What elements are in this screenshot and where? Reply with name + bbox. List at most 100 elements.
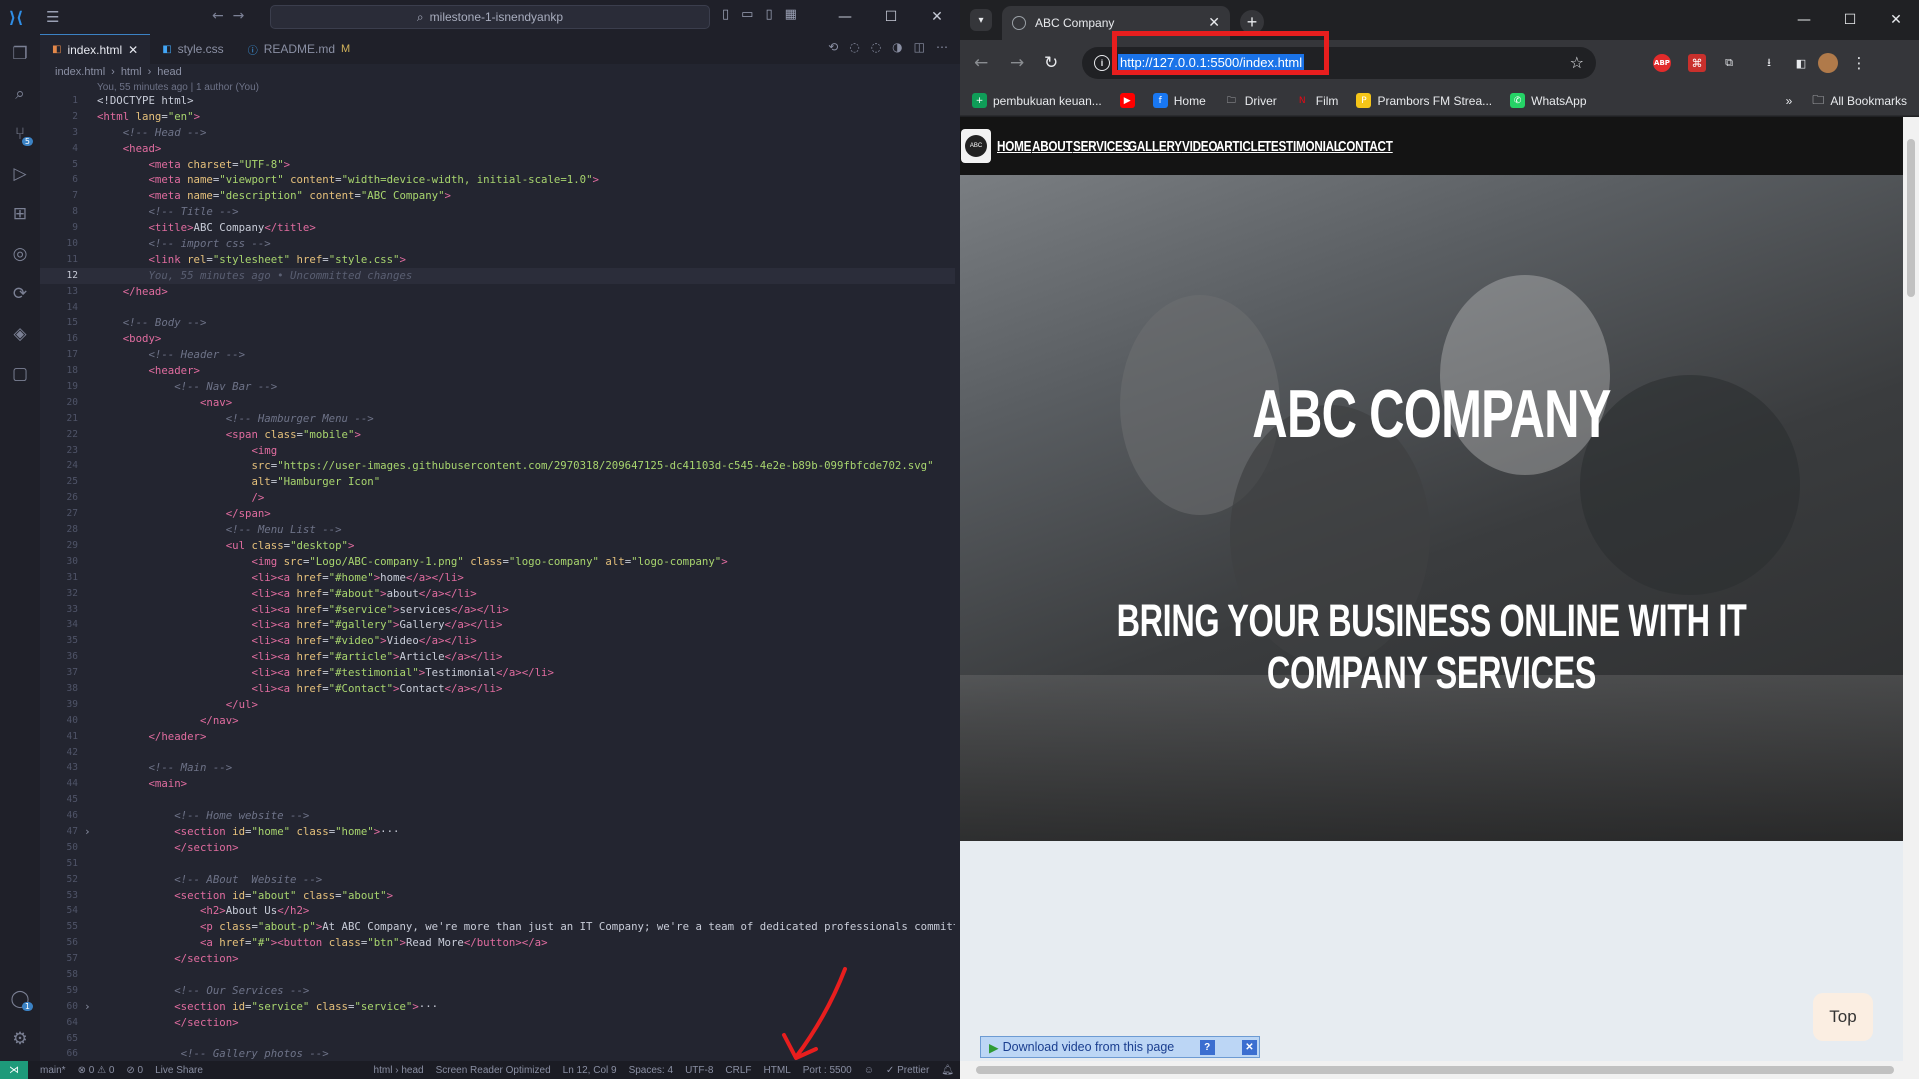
fold-chevron-icon[interactable]: › [84,824,91,840]
code-line[interactable]: 16 <body> [40,331,955,347]
code-line[interactable]: 32 <li><a href="#about">about</a></li> [40,586,955,602]
status-liveshare[interactable]: Live Share [155,1065,203,1076]
code-line[interactable]: 40 </nav> [40,713,955,729]
remote-indicator-icon[interactable]: ⋊ [0,1061,28,1079]
code-line[interactable]: 53 <section id="about" class="about"> [40,888,955,904]
code-line[interactable]: 52 <!-- ABout Website --> [40,872,955,888]
code-line[interactable]: 2 <html lang="en"> [40,109,955,125]
nav-link-about[interactable]: ABOUT [1032,138,1073,155]
extensions-icon[interactable]: ⊞ [0,194,40,234]
toggle-panel-icon[interactable]: ▭ [741,7,753,22]
status-spaces[interactable]: Spaces: 4 [629,1065,673,1076]
code-line[interactable]: 33 <li><a href="#service">services</a></… [40,602,955,618]
code-line[interactable]: 13 </head> [40,284,955,300]
nav-link-gallery[interactable]: GALLERY [1128,138,1182,155]
minimize-button[interactable]: — [822,0,868,34]
history-icon[interactable]: ⟲ [828,40,838,54]
company-logo[interactable]: ABC [961,129,991,163]
scroll-thumb[interactable] [976,1066,1894,1074]
code-line[interactable]: 42 [40,745,955,761]
download-icon[interactable]: ⭳ [1760,52,1778,74]
nav-link-video[interactable]: VIDEO [1182,138,1217,155]
code-line[interactable]: 10 <!-- import css --> [40,236,955,252]
status-eol[interactable]: CRLF [725,1065,751,1076]
breadcrumb-item[interactable]: html [121,66,142,78]
code-line[interactable]: 46 <!-- Home website --> [40,808,955,824]
gitlens-icon[interactable]: ◈ [0,314,40,354]
more-bookmarks-icon[interactable]: » [1786,94,1793,108]
code-line[interactable]: 47 › <section id="home" class="home">··· [40,824,955,840]
code-line[interactable]: 12 You, 55 minutes ago • Uncommitted cha… [40,267,955,284]
code-line[interactable]: 26 /> [40,490,955,506]
close-button[interactable]: ✕ [1873,0,1919,40]
status-scope[interactable]: html › head [374,1065,424,1076]
code-line[interactable]: 35 <li><a href="#video">Video</a></li> [40,633,955,649]
maximize-button[interactable]: ☐ [868,0,914,34]
code-line[interactable]: 24 src="https://user-images.githubuserco… [40,458,955,474]
forward-icon[interactable]: → [1010,53,1024,73]
code-editor[interactable]: 1 <!DOCTYPE html> 2 <html lang="en"> 3 <!-- … [40,93,955,1061]
code-line[interactable]: 44 <main> [40,776,955,792]
split-editor-icon[interactable]: ◫ [914,40,925,54]
code-line[interactable]: 17 <!-- Header --> [40,347,955,363]
code-line[interactable]: 22 <span class="mobile"> [40,427,955,443]
tab-readme-md[interactable]: ⓘ README.md M [236,34,363,64]
bookmark-item[interactable]: P Prambors FM Strea... [1356,93,1492,108]
code-line[interactable]: 45 [40,792,955,808]
code-line[interactable]: 11 <link rel="stylesheet" href="style.cs… [40,252,955,268]
code-line[interactable]: 31 <li><a href="#home">home</a></li> [40,570,955,586]
code-line[interactable]: 41 </header> [40,729,955,745]
search-icon[interactable]: ⌕ [0,74,40,114]
tab-style-css[interactable]: ◧ style.css [150,34,235,64]
code-line[interactable]: 37 <li><a href="#testimonial">Testimonia… [40,665,955,681]
help-icon[interactable]: ? [1199,1039,1215,1055]
code-line[interactable]: 29 <ul class="desktop"> [40,538,955,554]
code-line[interactable]: 14 [40,300,955,316]
explorer-icon[interactable]: ❐ [0,34,40,74]
code-line[interactable]: 55 <p class="about-p">At ABC Company, we… [40,919,955,935]
run-debug-icon[interactable]: ▷ [0,154,40,194]
close-tab-icon[interactable]: ✕ [1208,15,1220,31]
status-screenreader[interactable]: Screen Reader Optimized [436,1065,551,1076]
code-line[interactable]: 43 <!-- Main --> [40,760,955,776]
status-branch[interactable]: main* [40,1065,66,1076]
close-icon[interactable]: ✕ [128,43,138,57]
code-line[interactable]: 38 <li><a href="#Contact">Contact</a></l… [40,681,955,697]
account-icon[interactable]: ◯ 1 [0,979,40,1019]
code-line[interactable]: 39 </ul> [40,697,955,713]
side-panel-icon[interactable]: ◧ [1792,52,1810,74]
status-position[interactable]: Ln 12, Col 9 [563,1065,617,1076]
code-line[interactable]: 34 <li><a href="#gallery">Gallery</a></l… [40,617,955,633]
nav-link-article[interactable]: ARTICLE [1216,138,1265,155]
status-prettier[interactable]: ✓ Prettier [886,1065,929,1076]
next-change-icon[interactable]: ◌ [871,40,881,54]
nav-arrows[interactable]: ← → [212,8,244,24]
nav-link-contact[interactable]: CONTACT [1338,138,1393,155]
notifications-bell-icon[interactable]: 🔔︎ [941,1065,954,1076]
code-line[interactable]: 30 <img src="Logo/ABC-company-1.png" cla… [40,554,955,570]
layout-controls[interactable]: ▯ ▭ ▯ ▦ [722,7,797,22]
bookmark-item[interactable]: 🗀 Driver [1224,93,1277,108]
code-line[interactable]: 51 [40,856,955,872]
adblock-icon[interactable]: ABP [1653,54,1671,72]
bookmark-item[interactable]: ▶ [1119,93,1135,108]
fold-chevron-icon[interactable]: › [84,999,91,1015]
scroll-thumb[interactable] [1907,139,1915,297]
code-line[interactable]: 6 <meta name="viewport" content="width=d… [40,172,955,188]
code-line[interactable]: 27 </span> [40,506,955,522]
tab-search-icon[interactable]: ▾ [970,9,992,31]
customize-layout-icon[interactable]: ▦ [785,7,797,22]
bookmark-item[interactable]: ✆ WhatsApp [1510,93,1587,108]
nav-link-home[interactable]: HOME [997,138,1031,155]
toggle-sidebar-icon[interactable]: ▯ [722,7,729,22]
top-button[interactable]: Top [1813,993,1873,1041]
close-icon[interactable]: ✕ [1242,1039,1257,1055]
copilot-icon[interactable]: ☺ [864,1065,874,1076]
command-center-search[interactable]: ⌕ milestone-1-isnendyankp [270,5,710,29]
settings-gear-icon[interactable]: ⚙ [0,1019,40,1059]
status-ports[interactable]: ⊘ 0 [126,1065,143,1076]
live-share-icon[interactable]: ⟳ [0,274,40,314]
toggle-secondary-sidebar-icon[interactable]: ▯ [765,7,772,22]
code-line[interactable]: 7 <meta name="description" content="ABC … [40,188,955,204]
code-line[interactable]: 5 <meta charset="UTF-8"> [40,157,955,173]
